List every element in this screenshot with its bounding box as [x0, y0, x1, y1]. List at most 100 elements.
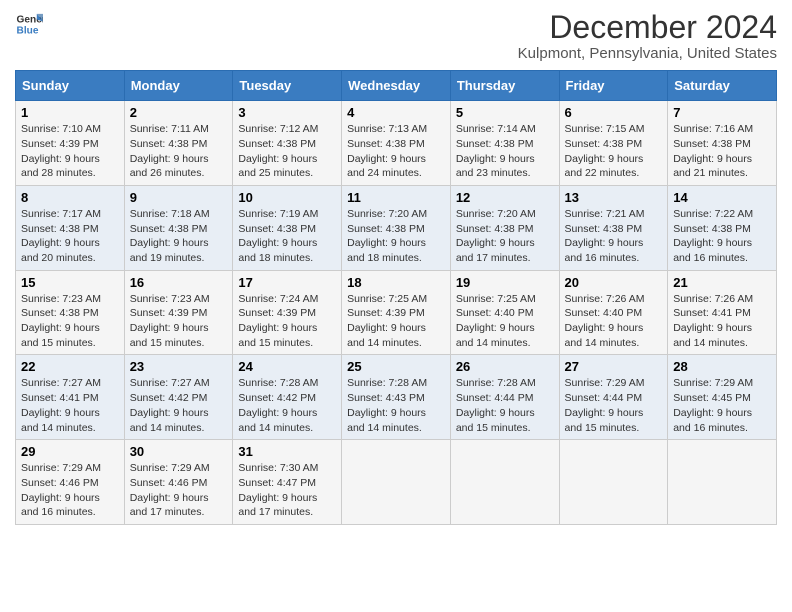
- day-number: 16: [130, 275, 228, 290]
- day-number: 28: [673, 359, 771, 374]
- day-number: 7: [673, 105, 771, 120]
- day-info: Sunrise: 7:27 AMSunset: 4:42 PMDaylight:…: [130, 377, 210, 433]
- day-info: Sunrise: 7:20 AMSunset: 4:38 PMDaylight:…: [347, 208, 427, 264]
- calendar-cell: 4 Sunrise: 7:13 AMSunset: 4:38 PMDayligh…: [342, 101, 451, 186]
- calendar-cell: 18 Sunrise: 7:25 AMSunset: 4:39 PMDaylig…: [342, 270, 451, 355]
- calendar-cell: 2 Sunrise: 7:11 AMSunset: 4:38 PMDayligh…: [124, 101, 233, 186]
- title-area: December 2024 Kulpmont, Pennsylvania, Un…: [518, 10, 777, 62]
- day-info: Sunrise: 7:26 AMSunset: 4:40 PMDaylight:…: [565, 293, 645, 349]
- header-area: General Blue December 2024 Kulpmont, Pen…: [15, 10, 777, 62]
- calendar-cell: 7 Sunrise: 7:16 AMSunset: 4:38 PMDayligh…: [668, 101, 777, 186]
- day-info: Sunrise: 7:13 AMSunset: 4:38 PMDaylight:…: [347, 123, 427, 179]
- calendar-cell: 30 Sunrise: 7:29 AMSunset: 4:46 PMDaylig…: [124, 440, 233, 525]
- day-info: Sunrise: 7:29 AMSunset: 4:44 PMDaylight:…: [565, 377, 645, 433]
- subtitle: Kulpmont, Pennsylvania, United States: [518, 45, 777, 62]
- day-info: Sunrise: 7:29 AMSunset: 4:46 PMDaylight:…: [21, 462, 101, 518]
- calendar-cell: 5 Sunrise: 7:14 AMSunset: 4:38 PMDayligh…: [450, 101, 559, 186]
- day-number: 19: [456, 275, 554, 290]
- calendar-cell: 11 Sunrise: 7:20 AMSunset: 4:38 PMDaylig…: [342, 185, 451, 270]
- day-number: 8: [21, 190, 119, 205]
- logo: General Blue: [15, 10, 43, 38]
- week-row-2: 8 Sunrise: 7:17 AMSunset: 4:38 PMDayligh…: [16, 185, 777, 270]
- day-number: 24: [238, 359, 336, 374]
- day-number: 21: [673, 275, 771, 290]
- day-info: Sunrise: 7:22 AMSunset: 4:38 PMDaylight:…: [673, 208, 753, 264]
- weekday-header-tuesday: Tuesday: [233, 71, 342, 101]
- calendar-cell: 25 Sunrise: 7:28 AMSunset: 4:43 PMDaylig…: [342, 355, 451, 440]
- calendar-cell: 20 Sunrise: 7:26 AMSunset: 4:40 PMDaylig…: [559, 270, 668, 355]
- calendar-table: SundayMondayTuesdayWednesdayThursdayFrid…: [15, 70, 777, 525]
- week-row-3: 15 Sunrise: 7:23 AMSunset: 4:38 PMDaylig…: [16, 270, 777, 355]
- weekday-header-friday: Friday: [559, 71, 668, 101]
- calendar-cell: 8 Sunrise: 7:17 AMSunset: 4:38 PMDayligh…: [16, 185, 125, 270]
- day-number: 27: [565, 359, 663, 374]
- day-info: Sunrise: 7:19 AMSunset: 4:38 PMDaylight:…: [238, 208, 318, 264]
- calendar-cell: [342, 440, 451, 525]
- day-number: 17: [238, 275, 336, 290]
- day-number: 9: [130, 190, 228, 205]
- day-number: 30: [130, 444, 228, 459]
- day-info: Sunrise: 7:23 AMSunset: 4:38 PMDaylight:…: [21, 293, 101, 349]
- day-info: Sunrise: 7:18 AMSunset: 4:38 PMDaylight:…: [130, 208, 210, 264]
- calendar-cell: 23 Sunrise: 7:27 AMSunset: 4:42 PMDaylig…: [124, 355, 233, 440]
- day-number: 13: [565, 190, 663, 205]
- day-number: 29: [21, 444, 119, 459]
- day-number: 5: [456, 105, 554, 120]
- day-number: 10: [238, 190, 336, 205]
- day-number: 12: [456, 190, 554, 205]
- calendar-cell: 13 Sunrise: 7:21 AMSunset: 4:38 PMDaylig…: [559, 185, 668, 270]
- calendar-cell: 22 Sunrise: 7:27 AMSunset: 4:41 PMDaylig…: [16, 355, 125, 440]
- day-info: Sunrise: 7:28 AMSunset: 4:43 PMDaylight:…: [347, 377, 427, 433]
- week-row-5: 29 Sunrise: 7:29 AMSunset: 4:46 PMDaylig…: [16, 440, 777, 525]
- day-number: 14: [673, 190, 771, 205]
- day-info: Sunrise: 7:29 AMSunset: 4:46 PMDaylight:…: [130, 462, 210, 518]
- day-info: Sunrise: 7:15 AMSunset: 4:38 PMDaylight:…: [565, 123, 645, 179]
- day-number: 6: [565, 105, 663, 120]
- svg-text:Blue: Blue: [17, 25, 39, 36]
- calendar-cell: 27 Sunrise: 7:29 AMSunset: 4:44 PMDaylig…: [559, 355, 668, 440]
- calendar-cell: 6 Sunrise: 7:15 AMSunset: 4:38 PMDayligh…: [559, 101, 668, 186]
- week-row-4: 22 Sunrise: 7:27 AMSunset: 4:41 PMDaylig…: [16, 355, 777, 440]
- day-number: 4: [347, 105, 445, 120]
- day-info: Sunrise: 7:23 AMSunset: 4:39 PMDaylight:…: [130, 293, 210, 349]
- day-info: Sunrise: 7:10 AMSunset: 4:39 PMDaylight:…: [21, 123, 101, 179]
- weekday-header-saturday: Saturday: [668, 71, 777, 101]
- calendar-cell: 26 Sunrise: 7:28 AMSunset: 4:44 PMDaylig…: [450, 355, 559, 440]
- calendar-cell: 31 Sunrise: 7:30 AMSunset: 4:47 PMDaylig…: [233, 440, 342, 525]
- day-info: Sunrise: 7:16 AMSunset: 4:38 PMDaylight:…: [673, 123, 753, 179]
- day-number: 20: [565, 275, 663, 290]
- week-row-1: 1 Sunrise: 7:10 AMSunset: 4:39 PMDayligh…: [16, 101, 777, 186]
- day-number: 26: [456, 359, 554, 374]
- day-info: Sunrise: 7:30 AMSunset: 4:47 PMDaylight:…: [238, 462, 318, 518]
- day-number: 18: [347, 275, 445, 290]
- day-info: Sunrise: 7:12 AMSunset: 4:38 PMDaylight:…: [238, 123, 318, 179]
- day-info: Sunrise: 7:11 AMSunset: 4:38 PMDaylight:…: [130, 123, 209, 179]
- calendar-cell: 17 Sunrise: 7:24 AMSunset: 4:39 PMDaylig…: [233, 270, 342, 355]
- day-info: Sunrise: 7:25 AMSunset: 4:39 PMDaylight:…: [347, 293, 427, 349]
- calendar-cell: [450, 440, 559, 525]
- day-info: Sunrise: 7:21 AMSunset: 4:38 PMDaylight:…: [565, 208, 645, 264]
- day-number: 2: [130, 105, 228, 120]
- calendar-cell: 10 Sunrise: 7:19 AMSunset: 4:38 PMDaylig…: [233, 185, 342, 270]
- day-number: 31: [238, 444, 336, 459]
- calendar-cell: 24 Sunrise: 7:28 AMSunset: 4:42 PMDaylig…: [233, 355, 342, 440]
- weekday-header-row: SundayMondayTuesdayWednesdayThursdayFrid…: [16, 71, 777, 101]
- weekday-header-sunday: Sunday: [16, 71, 125, 101]
- logo-icon: General Blue: [15, 10, 43, 38]
- day-info: Sunrise: 7:27 AMSunset: 4:41 PMDaylight:…: [21, 377, 101, 433]
- day-info: Sunrise: 7:28 AMSunset: 4:44 PMDaylight:…: [456, 377, 536, 433]
- day-number: 22: [21, 359, 119, 374]
- day-number: 15: [21, 275, 119, 290]
- main-title: December 2024: [518, 10, 777, 45]
- day-number: 23: [130, 359, 228, 374]
- day-number: 25: [347, 359, 445, 374]
- calendar-cell: 1 Sunrise: 7:10 AMSunset: 4:39 PMDayligh…: [16, 101, 125, 186]
- calendar-cell: 12 Sunrise: 7:20 AMSunset: 4:38 PMDaylig…: [450, 185, 559, 270]
- day-number: 11: [347, 190, 445, 205]
- calendar-cell: 15 Sunrise: 7:23 AMSunset: 4:38 PMDaylig…: [16, 270, 125, 355]
- calendar-cell: 14 Sunrise: 7:22 AMSunset: 4:38 PMDaylig…: [668, 185, 777, 270]
- day-number: 1: [21, 105, 119, 120]
- day-number: 3: [238, 105, 336, 120]
- day-info: Sunrise: 7:20 AMSunset: 4:38 PMDaylight:…: [456, 208, 536, 264]
- day-info: Sunrise: 7:17 AMSunset: 4:38 PMDaylight:…: [21, 208, 101, 264]
